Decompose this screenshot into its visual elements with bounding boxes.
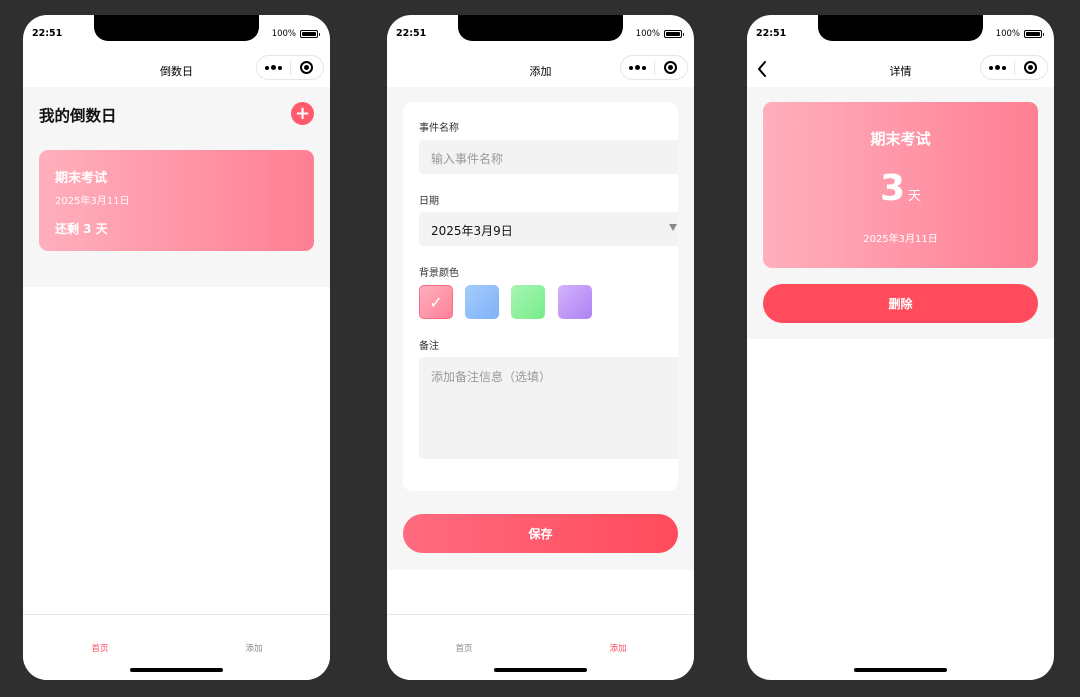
event-name-label: 事件名称 xyxy=(419,123,459,134)
close-miniprogram-icon[interactable] xyxy=(291,61,323,74)
date-value: 2025年3月9日 xyxy=(431,224,513,238)
more-icon[interactable] xyxy=(621,65,654,70)
detail-content: 期末考试 3天 2025年3月11日 删除 xyxy=(747,87,1054,339)
more-icon[interactable] xyxy=(257,65,290,70)
battery-percent: 100% xyxy=(271,29,296,39)
status-time: 22:51 xyxy=(756,28,787,39)
days-count: 3 xyxy=(879,168,906,209)
add-screen: 22:51 100% 添加 事件名称 输入事件名称 日期 2025年3月9日 背… xyxy=(387,15,694,680)
date-label: 日期 xyxy=(419,196,439,207)
note-textarea[interactable]: 添加备注信息（选填） xyxy=(419,357,678,459)
battery-percent: 100% xyxy=(995,29,1020,39)
delete-button[interactable]: 删除 xyxy=(763,284,1038,323)
chevron-down-icon xyxy=(669,224,677,231)
status-time: 22:51 xyxy=(32,28,63,39)
close-miniprogram-icon[interactable] xyxy=(1015,61,1047,74)
event-name: 期末考试 xyxy=(870,130,931,148)
status-time: 22:51 xyxy=(396,28,427,39)
days-remaining: 3天 xyxy=(763,168,1038,209)
tab-home[interactable]: 首页 xyxy=(424,642,504,654)
home-indicator xyxy=(494,668,587,672)
nav-bar: 倒数日 xyxy=(23,53,330,87)
event-name-placeholder: 输入事件名称 xyxy=(431,152,504,166)
event-date: 2025年3月11日 xyxy=(55,196,130,207)
check-icon: ✓ xyxy=(429,292,443,312)
color-swatch-pink[interactable]: ✓ xyxy=(419,285,453,319)
home-indicator xyxy=(854,668,947,672)
home-content: 我的倒数日 + 期末考试 2025年3月11日 还剩 3 天 xyxy=(23,87,330,287)
event-name-input[interactable]: 输入事件名称 xyxy=(419,140,678,174)
notch xyxy=(818,15,983,41)
tab-add[interactable]: 添加 xyxy=(578,642,658,654)
detail-screen: 22:51 100% 详情 期末考试 3天 2025年3月11日 删除 xyxy=(747,15,1054,680)
close-miniprogram-icon[interactable] xyxy=(655,61,687,74)
event-remaining: 还剩 3 天 xyxy=(55,222,108,236)
home-screen: 22:51 100% 倒数日 我的倒数日 + 期末考试 2025年3月11日 还… xyxy=(23,15,330,680)
tab-home[interactable]: 首页 xyxy=(60,642,140,654)
notch xyxy=(94,15,259,41)
capsule-menu xyxy=(980,55,1048,80)
color-label: 背景颜色 xyxy=(419,268,459,279)
detail-card: 期末考试 3天 2025年3月11日 xyxy=(763,102,1038,268)
event-card[interactable]: 期末考试 2025年3月11日 还剩 3 天 xyxy=(39,150,314,251)
status-right: 100% xyxy=(635,29,684,39)
status-right: 100% xyxy=(271,29,320,39)
nav-bar: 添加 xyxy=(387,53,694,87)
battery-percent: 100% xyxy=(635,29,660,39)
color-swatch-purple[interactable] xyxy=(558,285,592,319)
event-name: 期末考试 xyxy=(55,171,108,186)
days-unit: 天 xyxy=(908,189,922,204)
add-form: 事件名称 输入事件名称 日期 2025年3月9日 背景颜色 ✓ 备注 添加备注信… xyxy=(403,102,678,491)
capsule-menu xyxy=(620,55,688,80)
event-date: 2025年3月11日 xyxy=(863,234,938,245)
battery-icon xyxy=(664,30,684,38)
nav-bar: 详情 xyxy=(747,53,1054,87)
note-label: 备注 xyxy=(419,341,439,352)
more-icon[interactable] xyxy=(981,65,1014,70)
notch xyxy=(458,15,623,41)
battery-icon xyxy=(300,30,320,38)
battery-icon xyxy=(1024,30,1044,38)
color-swatch-blue[interactable] xyxy=(465,285,499,319)
tab-add[interactable]: 添加 xyxy=(214,642,294,654)
color-swatch-green[interactable] xyxy=(511,285,545,319)
capsule-menu xyxy=(256,55,324,80)
date-picker[interactable]: 2025年3月9日 xyxy=(419,212,678,246)
add-event-button[interactable]: + xyxy=(291,102,314,125)
page-title: 我的倒数日 xyxy=(39,107,117,125)
status-right: 100% xyxy=(995,29,1044,39)
save-button[interactable]: 保存 xyxy=(403,514,678,553)
add-content: 事件名称 输入事件名称 日期 2025年3月9日 背景颜色 ✓ 备注 添加备注信… xyxy=(387,87,694,570)
home-indicator xyxy=(130,668,223,672)
note-placeholder: 添加备注信息（选填） xyxy=(431,370,552,384)
